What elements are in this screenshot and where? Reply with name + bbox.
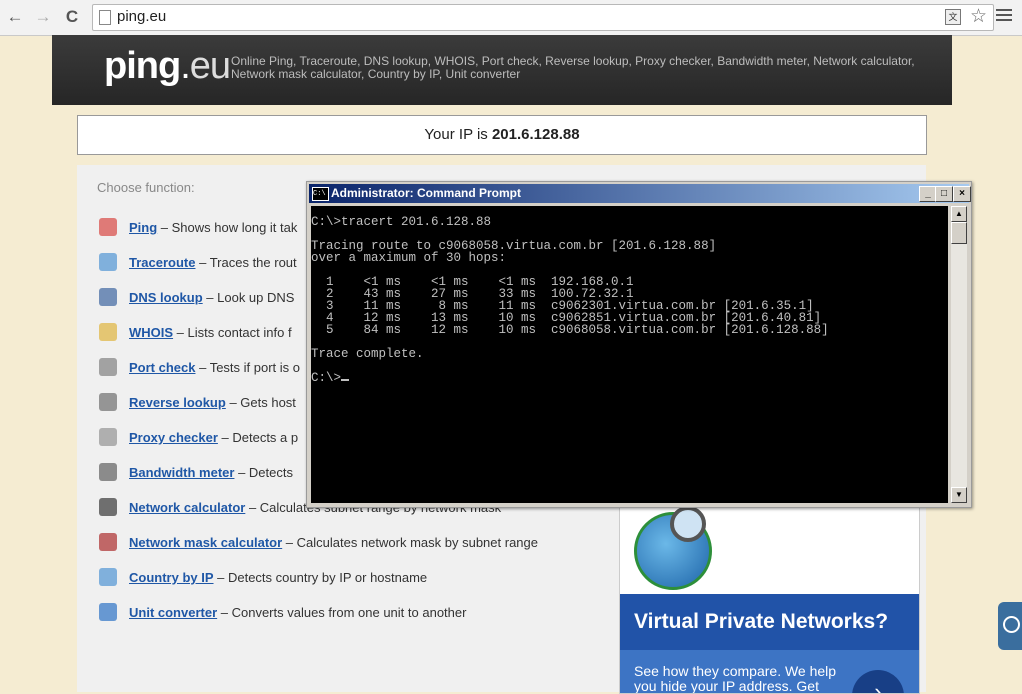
ping-icon [99, 218, 117, 236]
cmd-title: Administrator: Command Prompt [331, 186, 522, 200]
reload-icon: C [65, 7, 79, 26]
function-text: DNS lookup – Look up DNS [129, 290, 294, 305]
maximize-button[interactable]: □ [935, 186, 953, 202]
function-description: – Look up DNS [202, 290, 295, 305]
function-description: – Gets host [225, 395, 296, 410]
back-arrow-icon: ← [6, 7, 24, 26]
ad-title-bar: Virtual Private Networks? [620, 594, 919, 650]
site-tagline: Online Ping, Traceroute, DNS lookup, WHO… [231, 54, 915, 81]
scroll-thumb[interactable] [951, 222, 967, 244]
vpn-ad[interactable]: Virtual Private Networks? See how they c… [619, 505, 920, 694]
cmd-titlebar[interactable]: C:\ Administrator: Command Prompt _ □ × [309, 184, 971, 203]
menu-icon[interactable] [996, 9, 1012, 24]
site-logo[interactable]: ping.eu [104, 45, 231, 88]
function-link[interactable]: Traceroute [129, 255, 195, 270]
country-icon [99, 568, 117, 586]
close-button[interactable]: × [953, 186, 971, 202]
function-text: Unit converter – Converts values from on… [129, 605, 466, 620]
function-link[interactable]: Unit converter [129, 605, 217, 620]
bookmark-star-icon[interactable]: ☆ [970, 5, 987, 28]
scroll-down-button[interactable]: ▼ [951, 487, 967, 503]
function-link[interactable]: Country by IP [129, 570, 214, 585]
cmd-scrollbar[interactable]: ▲ ▼ [951, 206, 967, 503]
function-description: – Shows how long it tak [157, 220, 298, 235]
cmd-window-icon: C:\ [312, 187, 329, 201]
forward-arrow-icon: → [34, 7, 52, 26]
mask-calculator-icon [99, 533, 117, 551]
function-link[interactable]: Ping [129, 220, 157, 235]
port-icon [99, 358, 117, 376]
proxy-icon [99, 428, 117, 446]
function-link[interactable]: Network calculator [129, 500, 245, 515]
address-bar[interactable]: ping.eu 文 ☆ [92, 4, 994, 31]
function-text: Bandwidth meter – Detects [129, 465, 293, 480]
function-link[interactable]: Bandwidth meter [129, 465, 234, 480]
scroll-up-button[interactable]: ▲ [951, 206, 967, 222]
dns-icon [99, 288, 117, 306]
ad-text: See how they compare. We help you hide y… [634, 663, 837, 694]
back-button[interactable]: ← [3, 5, 27, 29]
function-text: WHOIS – Lists contact info f [129, 325, 292, 340]
function-text: Country by IP – Detects country by IP or… [129, 570, 427, 585]
converter-icon [99, 603, 117, 621]
command-prompt-window[interactable]: C:\ Administrator: Command Prompt _ □ × … [306, 181, 972, 508]
function-description: – Tests if port is o [195, 360, 301, 375]
function-link[interactable]: Port check [129, 360, 195, 375]
function-text: Reverse lookup – Gets host [129, 395, 296, 410]
reverse-icon [99, 393, 117, 411]
function-text: Port check – Tests if port is o [129, 360, 300, 375]
function-link[interactable]: Network mask calculator [129, 535, 282, 550]
choose-function-label: Choose function: [97, 180, 195, 195]
ip-label: Your IP is [424, 126, 492, 143]
url-text[interactable]: ping.eu [117, 8, 166, 25]
ad-body: See how they compare. We help you hide y… [620, 650, 919, 694]
function-description: – Calculates network mask by subnet rang… [282, 535, 538, 550]
function-description: – Detects country by IP or hostname [213, 570, 428, 585]
calculator-icon [99, 498, 117, 516]
traceroute-icon [99, 253, 117, 271]
widget-icon [1003, 616, 1020, 633]
browser-toolbar: ← → C ping.eu 文 ☆ [0, 0, 1022, 36]
function-text: Network mask calculator – Calculates net… [129, 535, 538, 550]
function-text: Proxy checker – Detects a p [129, 430, 298, 445]
whois-icon [99, 323, 117, 341]
side-widget-tab[interactable] [998, 602, 1022, 650]
forward-button[interactable]: → [31, 5, 55, 29]
translate-icon[interactable]: 文 [945, 9, 961, 25]
function-link[interactable]: WHOIS [129, 325, 173, 340]
function-description: – Lists contact info f [173, 325, 292, 340]
ad-arrow-button[interactable]: › [852, 670, 904, 693]
your-ip-box: Your IP is 201.6.128.88 [77, 115, 927, 155]
reload-button[interactable]: C [60, 5, 84, 29]
text-cursor [341, 379, 350, 381]
site-header: ping.eu Online Ping, Traceroute, DNS loo… [52, 35, 952, 105]
page-icon [99, 10, 111, 25]
function-description: – Detects [234, 465, 293, 480]
function-description: – Detects a p [217, 430, 299, 445]
cmd-output: C:\>tracert 201.6.128.88 Tracing route t… [311, 215, 829, 385]
function-link[interactable]: Reverse lookup [129, 395, 226, 410]
cmd-console[interactable]: C:\>tracert 201.6.128.88 Tracing route t… [311, 206, 948, 503]
magnifier-icon [670, 506, 706, 542]
function-link[interactable]: Proxy checker [129, 430, 218, 445]
function-text: Ping – Shows how long it tak [129, 220, 297, 235]
ip-value: 201.6.128.88 [491, 126, 580, 143]
function-link[interactable]: DNS lookup [129, 290, 203, 305]
function-text: Traceroute – Traces the rout [129, 255, 297, 270]
function-description: – Converts values from one unit to anoth… [217, 605, 467, 620]
function-description: – Traces the rout [195, 255, 297, 270]
ad-title[interactable]: Virtual Private Networks? [634, 610, 888, 634]
bandwidth-icon [99, 463, 117, 481]
